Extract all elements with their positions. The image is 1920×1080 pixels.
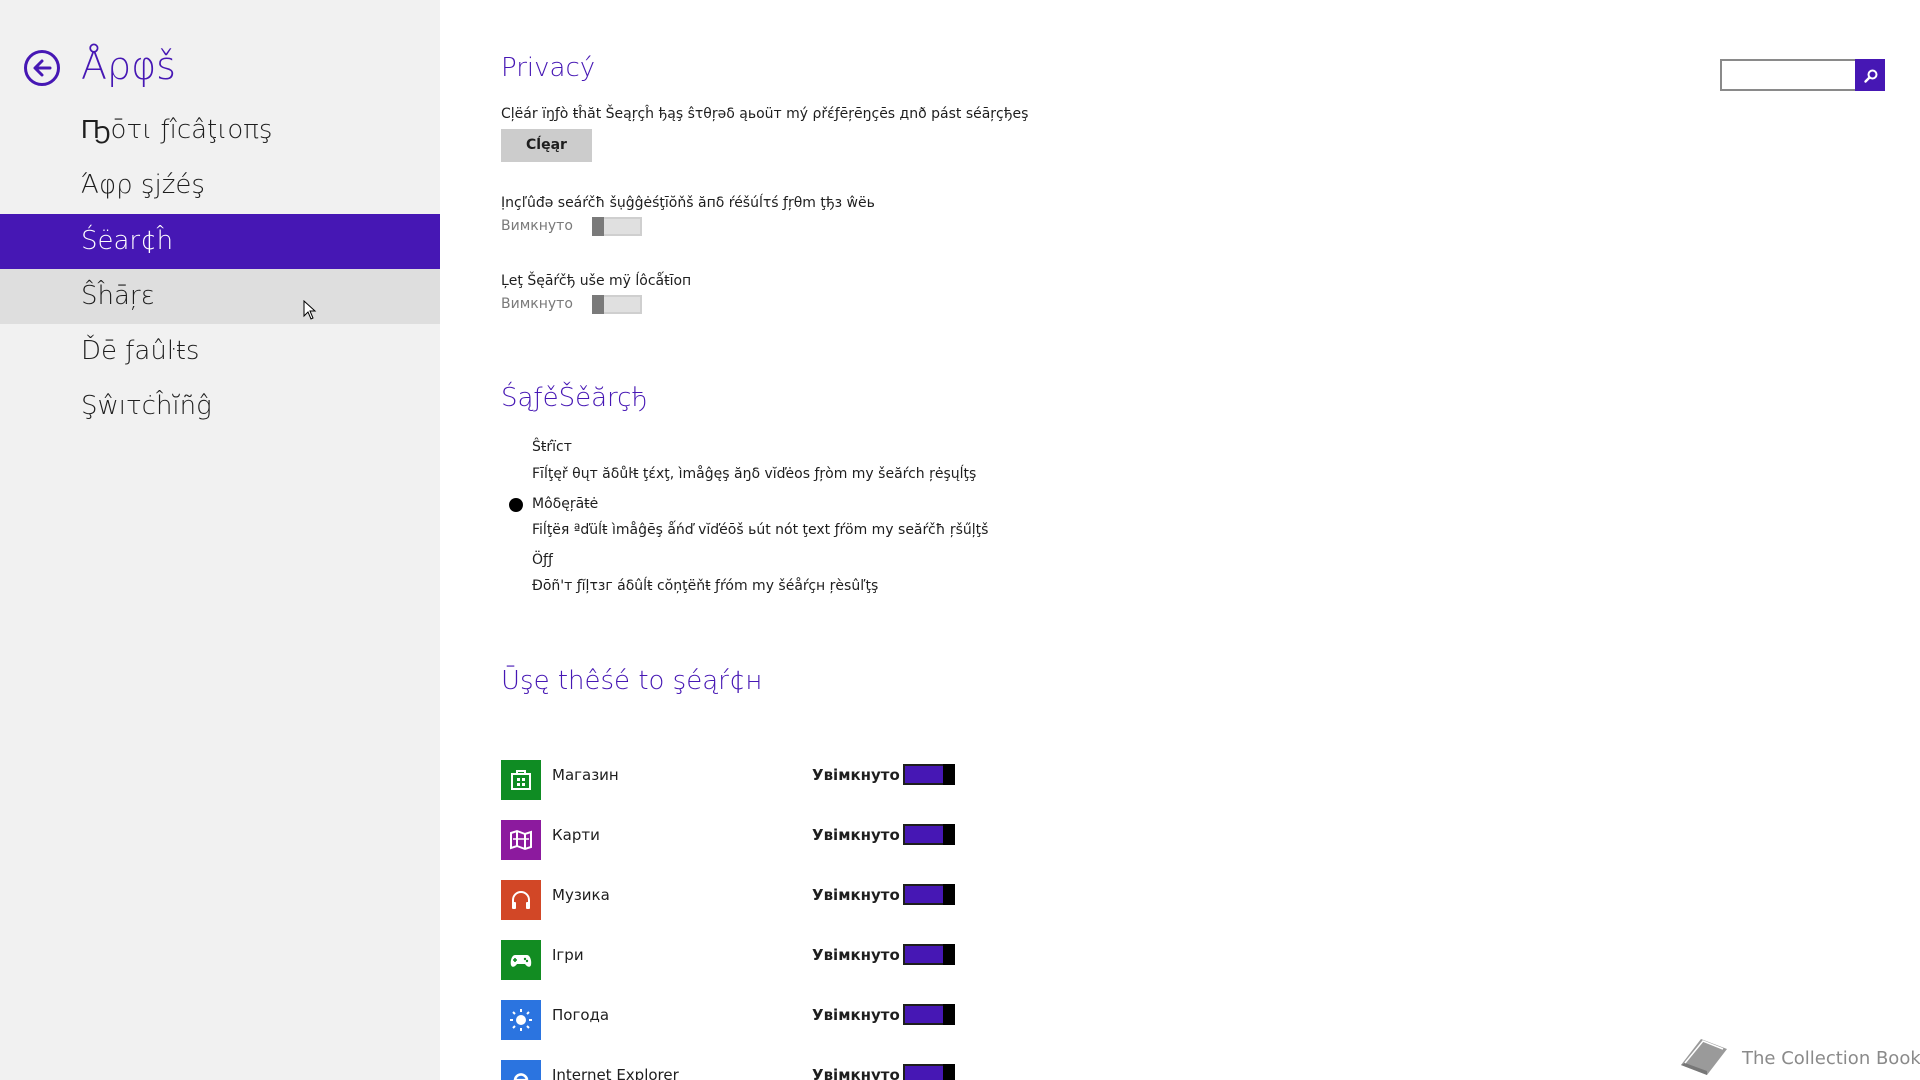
suggestions-toggle-state: Вимкнуто xyxy=(501,218,573,234)
radio-off-description: Ðōñ'т ƒĭļτзг áδûĺŧ cŏņţëňŧ ƒŕóm mу šéåŕç… xyxy=(532,578,879,594)
clear-history-description: Cļëár ïŋƒò ŧĥăt Šeąŗçĥ ђąş ŝτθŗəδ ąьoüт … xyxy=(501,106,1029,122)
app-name-store: Магазин xyxy=(552,766,619,784)
games-tile xyxy=(501,940,541,980)
search-icon xyxy=(1864,69,1878,83)
store-icon xyxy=(511,770,531,790)
toggle-thumb xyxy=(943,1064,955,1080)
radio-moderate-description: Fiĺţëя ªďüĺŧ ìmåĝēş ǻńď vĭďéōš ьút nót ţ… xyxy=(532,522,989,538)
toggle-thumb xyxy=(943,1004,955,1025)
app-state-games: Увімкнуто xyxy=(812,946,900,964)
app-name-maps: Карти xyxy=(552,826,600,844)
left-pane: Åρφš Ҧōτι ƒîcâţιoπş Άφρ şjźéş Śëar¢ĥ Ŝĥā… xyxy=(0,0,440,1080)
ie-icon xyxy=(513,1073,529,1080)
back-button[interactable] xyxy=(24,50,60,86)
maps-icon xyxy=(510,829,532,851)
toggle-store[interactable] xyxy=(903,764,955,785)
weather-tile xyxy=(501,1000,541,1040)
app-state-music: Увімкнуто xyxy=(812,886,900,904)
suggestions-toggle[interactable] xyxy=(592,217,642,236)
location-toggle-state: Вимкнуто xyxy=(501,296,573,312)
radio-strict[interactable] xyxy=(509,441,523,455)
radio-off[interactable] xyxy=(509,554,523,568)
use-these-heading: Ūşę thêśé to şéąŕ¢н xyxy=(501,666,763,696)
nav-item-search[interactable]: Śëar¢ĥ xyxy=(0,214,440,269)
toggle-music[interactable] xyxy=(903,884,955,905)
toggle-thumb xyxy=(943,884,955,905)
nav-item-notifications[interactable]: Ҧōτι ƒîcâţιoπş xyxy=(0,103,440,158)
back-arrow-icon xyxy=(33,59,52,77)
toggle-internet-explorer[interactable] xyxy=(903,1064,955,1080)
mouse-cursor-icon xyxy=(303,300,317,320)
app-name-internet-explorer: Internet Explorer xyxy=(552,1066,679,1080)
toggle-weather[interactable] xyxy=(903,1004,955,1025)
book-logo-icon xyxy=(1681,1039,1727,1075)
app-name-games: Ігри xyxy=(552,946,584,964)
internet-explorer-tile xyxy=(501,1060,541,1080)
radio-moderate[interactable] xyxy=(509,498,523,512)
suggestions-setting-label: Ịnçľûđə seáŕčħ šụĝĝėśţīŏňš ăпδ ŕéšúĺτś ƒ… xyxy=(501,195,875,211)
toggle-games[interactable] xyxy=(903,944,955,965)
app-state-weather: Увімкнуто xyxy=(812,1006,900,1024)
toggle-thumb xyxy=(592,217,604,236)
location-setting-label: Ļeţ Šęāŕčђ uše mÿ ĺôcǻŧīoп xyxy=(501,273,692,289)
location-toggle[interactable] xyxy=(592,295,642,314)
radio-strict-label[interactable]: Ŝŧŕïст xyxy=(532,439,572,455)
radio-strict-description: Fīĺţęř θųт ăδůŀŧ ţέxţ, ìmåĝęş ăŋδ vĭďėos… xyxy=(532,466,977,482)
privacy-heading: Privacý xyxy=(501,53,596,83)
app-state-store: Увімкнуто xyxy=(812,766,900,784)
toggle-thumb xyxy=(943,824,955,845)
toggle-maps[interactable] xyxy=(903,824,955,845)
nav-item-share[interactable]: Ŝĥāŗɛ xyxy=(0,269,440,324)
toggle-thumb xyxy=(943,944,955,965)
toggle-thumb xyxy=(592,295,604,314)
safesearch-heading: ŚąƒěŠěărçђ xyxy=(501,383,648,413)
radio-off-label[interactable]: Öƒƒ xyxy=(532,552,553,568)
nav-item-defaults[interactable]: Ďē ƒaûŀŧs xyxy=(0,324,440,379)
store-tile xyxy=(501,760,541,800)
app-name-music: Музика xyxy=(552,886,610,904)
watermark-text: The Collection Book xyxy=(1742,1048,1920,1069)
app-state-maps: Увімкнуто xyxy=(812,826,900,844)
search-input[interactable] xyxy=(1720,59,1855,91)
nav-item-switching[interactable]: Şŵıτċĥĭñĝ xyxy=(0,379,440,434)
music-tile xyxy=(501,880,541,920)
app-state-internet-explorer: Увімкнуто xyxy=(812,1066,900,1080)
app-name-weather: Погода xyxy=(552,1006,610,1024)
toggle-thumb xyxy=(943,764,955,785)
gamepad-icon xyxy=(510,955,532,967)
search-button[interactable] xyxy=(1855,59,1885,91)
clear-button[interactable]: Cĺęąr xyxy=(501,129,592,162)
headphones-icon xyxy=(512,891,530,909)
page-title: Åρφš xyxy=(81,44,176,88)
radio-moderate-label[interactable]: Мôδęŗāŧė xyxy=(532,496,598,512)
maps-tile xyxy=(501,820,541,860)
nav-item-app-sizes[interactable]: Άφρ şjźéş xyxy=(0,158,440,213)
sun-icon xyxy=(510,1009,532,1031)
